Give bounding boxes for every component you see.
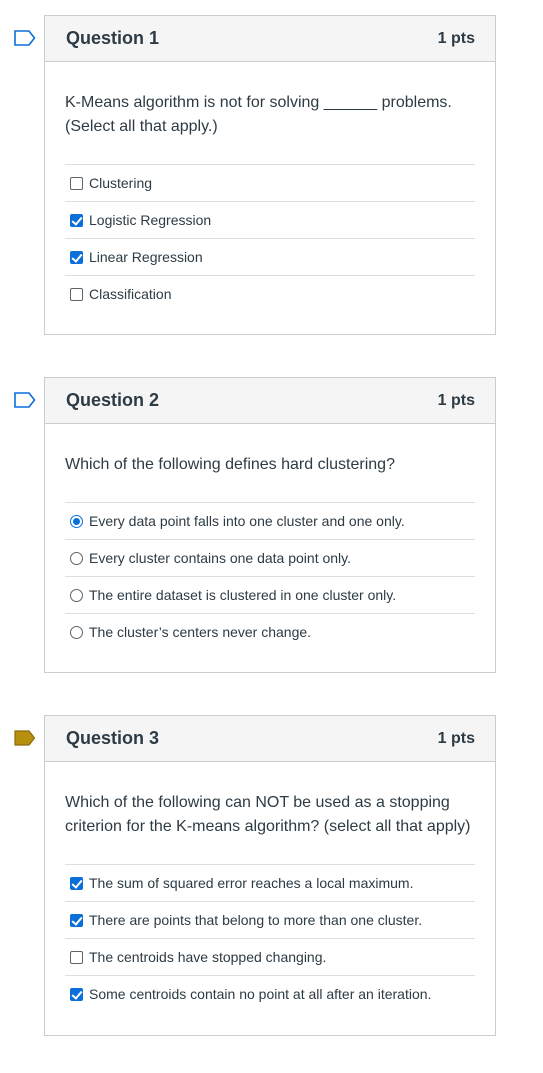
radio-icon[interactable] — [70, 625, 83, 639]
answer-list: Clustering Logistic Regression Linear Re… — [65, 164, 475, 312]
question-header: Question 2 1 pts — [45, 378, 495, 424]
answer-option[interactable]: The sum of squared error reaches a local… — [65, 864, 475, 901]
answer-label: Clustering — [89, 175, 153, 191]
checkbox-checked-icon[interactable] — [70, 913, 83, 927]
answer-option[interactable]: The cluster’s centers never change. — [65, 613, 475, 650]
question-card-3: Question 3 1 pts Which of the following … — [44, 715, 496, 1036]
question-title: Question 3 — [66, 728, 160, 748]
answer-option[interactable]: Every data point falls into one cluster … — [65, 502, 475, 539]
answer-label: The sum of squared error reaches a local… — [89, 875, 414, 891]
answer-list: The sum of squared error reaches a local… — [65, 864, 475, 1012]
question-title: Question 2 — [66, 390, 160, 410]
question-title: Question 1 — [66, 28, 160, 48]
answer-option[interactable]: Logistic Regression — [65, 201, 475, 238]
question-text: K-Means algorithm is not for solving ___… — [65, 94, 452, 135]
checkbox-icon[interactable] — [70, 176, 83, 190]
answer-option[interactable]: Classification — [65, 275, 475, 312]
question-card-2: Question 2 1 pts Which of the following … — [44, 377, 496, 673]
answer-label: Logistic Regression — [89, 212, 212, 228]
checkbox-icon[interactable] — [70, 287, 83, 301]
flag-question-3-icon[interactable] — [14, 730, 36, 746]
answer-label: The cluster’s centers never change. — [89, 624, 312, 640]
question-points: 1 pts — [437, 392, 475, 409]
radio-icon[interactable] — [70, 588, 83, 602]
answer-label: Linear Regression — [89, 249, 203, 265]
checkbox-checked-icon[interactable] — [70, 987, 83, 1001]
radio-selected-icon[interactable] — [70, 514, 83, 528]
answer-label: Every cluster contains one data point on… — [89, 550, 352, 566]
answer-label: The centroids have stopped changing. — [89, 949, 327, 965]
checkbox-checked-icon[interactable] — [70, 876, 83, 890]
answer-option[interactable]: Some centroids contain no point at all a… — [65, 975, 475, 1012]
answer-label: There are points that belong to more tha… — [89, 912, 423, 928]
answer-option[interactable]: There are points that belong to more tha… — [65, 901, 475, 938]
answer-option[interactable]: Clustering — [65, 164, 475, 201]
flag-question-1-icon[interactable] — [14, 30, 36, 46]
flag-question-2-icon[interactable] — [14, 392, 36, 408]
radio-icon[interactable] — [70, 551, 83, 565]
answer-label: The entire dataset is clustered in one c… — [89, 587, 397, 603]
question-points: 1 pts — [437, 30, 475, 47]
answer-label: Some centroids contain no point at all a… — [89, 986, 432, 1002]
answer-list: Every data point falls into one cluster … — [65, 502, 475, 650]
answer-option[interactable]: The entire dataset is clustered in one c… — [65, 576, 475, 613]
answer-option[interactable]: Linear Regression — [65, 238, 475, 275]
question-header: Question 1 1 pts — [45, 16, 495, 62]
question-text: Which of the following defines hard clus… — [65, 456, 395, 473]
checkbox-checked-icon[interactable] — [70, 213, 83, 227]
question-header: Question 3 1 pts — [45, 716, 495, 762]
question-card-1: Question 1 1 pts K-Means algorithm is no… — [44, 15, 496, 335]
question-text: Which of the following can NOT be used a… — [65, 794, 471, 835]
checkbox-icon[interactable] — [70, 950, 83, 964]
checkbox-checked-icon[interactable] — [70, 250, 83, 264]
answer-label: Classification — [89, 286, 172, 302]
answer-option[interactable]: The centroids have stopped changing. — [65, 938, 475, 975]
answer-option[interactable]: Every cluster contains one data point on… — [65, 539, 475, 576]
question-points: 1 pts — [437, 730, 475, 747]
answer-label: Every data point falls into one cluster … — [89, 513, 405, 529]
